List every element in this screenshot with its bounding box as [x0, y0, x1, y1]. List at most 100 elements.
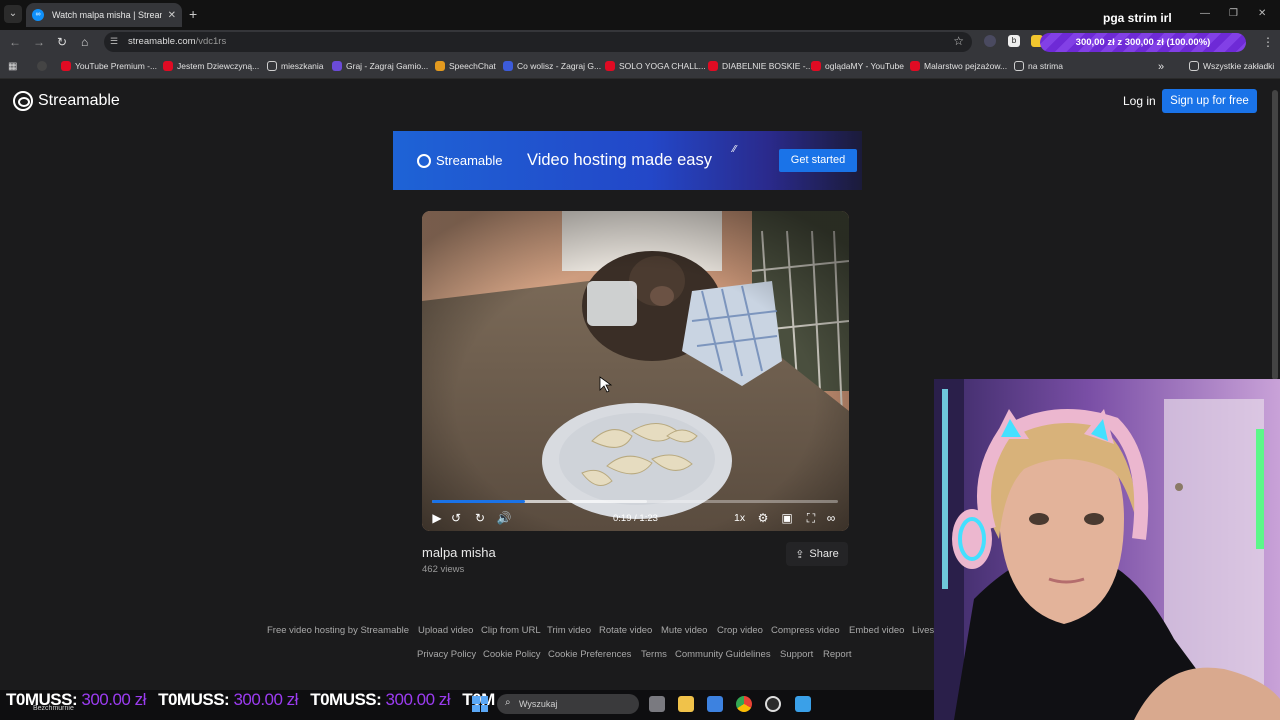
extension-icon[interactable] — [984, 35, 996, 47]
bookmark-item[interactable]: oglądaMY - YouTube — [811, 61, 904, 71]
stream-title: pga strim irl — [1103, 11, 1172, 25]
video-progress-bar[interactable] — [432, 500, 838, 503]
footer-link[interactable]: Lives — [912, 625, 934, 636]
tab-search-button[interactable]: ⌄ — [4, 5, 22, 23]
get-started-button[interactable]: Get started — [779, 149, 857, 172]
footer-link[interactable]: Upload video — [418, 625, 473, 636]
youtube-icon — [605, 61, 615, 71]
file-explorer-icon[interactable] — [678, 696, 694, 712]
brand-name: Streamable — [38, 92, 120, 109]
folder-icon — [267, 61, 277, 71]
task-view-icon[interactable] — [649, 696, 665, 712]
webcam-overlay — [934, 379, 1280, 720]
extension-icon[interactable]: b — [1008, 35, 1020, 47]
bookmark-item[interactable]: YouTube Premium -... — [61, 61, 157, 71]
youtube-icon — [811, 61, 821, 71]
footer-link[interactable]: Mute video — [661, 625, 707, 636]
login-link[interactable]: Log in — [1123, 94, 1156, 108]
footer-link[interactable]: Cookie Preferences — [548, 649, 631, 660]
streamable-favicon-icon: ∞ — [32, 9, 44, 21]
back-icon[interactable]: ← — [9, 35, 21, 49]
site-info-icon[interactable]: ☰ — [110, 36, 122, 48]
youtube-icon — [708, 61, 718, 71]
bookmark-item[interactable]: mieszkania — [267, 61, 324, 71]
store-icon[interactable] — [707, 696, 723, 712]
banner-tagline: Video hosting made easy — [527, 151, 712, 169]
video-views: 462 views — [422, 564, 465, 575]
footer-link[interactable]: Clip from URL — [481, 625, 541, 636]
streamable-logo[interactable]: Streamable — [13, 91, 120, 111]
tab-active[interactable]: ∞ Watch malpa misha | Streamable ✕ — [26, 3, 182, 27]
footer-link[interactable]: Free video hosting by Streamable — [267, 625, 409, 636]
bookmark-item[interactable]: na strima — [1014, 61, 1063, 71]
maximize-icon[interactable]: ❐ — [1229, 8, 1238, 19]
footer-link[interactable]: Privacy Policy — [417, 649, 476, 660]
settings-gear-icon[interactable]: ⚙ — [755, 510, 771, 526]
bookmark-item[interactable]: Jestem Dziewczyną... — [163, 61, 259, 71]
forward-icon[interactable]: → — [33, 35, 45, 49]
footer-link[interactable]: Embed video — [849, 625, 904, 636]
game-icon — [503, 61, 513, 71]
more-bookmarks-icon[interactable]: » — [1158, 61, 1164, 73]
rewind-10-icon[interactable]: ↺ — [448, 510, 464, 526]
taskbar-search-input[interactable]: ⌕ Wyszukaj — [497, 694, 639, 714]
close-tab-icon[interactable]: ✕ — [168, 10, 176, 21]
fullscreen-icon[interactable]: ⛶ — [803, 510, 819, 526]
scrollbar-thumb[interactable] — [1272, 90, 1278, 380]
windows-start-icon[interactable] — [472, 696, 488, 712]
youtube-icon — [61, 61, 71, 71]
bookmark-item[interactable]: Co wolisz - Zagraj G... — [503, 61, 601, 71]
youtube-icon — [163, 61, 173, 71]
footer-link[interactable]: Support — [780, 649, 813, 660]
home-icon[interactable]: ⌂ — [81, 35, 88, 49]
obs-icon[interactable] — [765, 696, 781, 712]
volume-icon[interactable]: 🔊 — [496, 510, 512, 526]
apps-grid-icon[interactable]: ▦ — [8, 61, 17, 72]
bookmark-star-icon[interactable]: ☆ — [953, 34, 964, 48]
url-input[interactable]: ☰ streamable.com/vdc1rs ☆ — [104, 32, 972, 52]
banner-logo: Streamable — [417, 153, 502, 168]
footer-link[interactable]: Cookie Policy — [483, 649, 541, 660]
close-window-icon[interactable]: ✕ — [1258, 8, 1266, 19]
streamable-logo-icon[interactable]: ∞ — [823, 510, 839, 526]
new-tab-button[interactable]: + — [189, 6, 197, 22]
bookmark-item[interactable]: Malarstwo pejzażow... — [910, 61, 1007, 71]
share-button[interactable]: ⇪ Share — [786, 542, 848, 566]
donation-goal-bar: 300,00 zł z 300,00 zł (100.00%) — [1040, 33, 1246, 52]
video-player[interactable] — [422, 211, 849, 531]
reload-icon[interactable]: ↻ — [57, 35, 67, 49]
playback-speed-button[interactable]: 1x — [734, 512, 745, 524]
url-path: /vdc1rs — [195, 36, 227, 47]
bookmark-item[interactable] — [37, 61, 51, 71]
ticker-amount: 300.00 zł — [233, 690, 298, 709]
photos-icon[interactable] — [795, 696, 811, 712]
bookmark-item[interactable]: SpeechChat — [435, 61, 496, 71]
forward-10-icon[interactable]: ↻ — [472, 510, 488, 526]
footer-link[interactable]: Trim video — [547, 625, 591, 636]
bookmark-item[interactable]: DIABELNIE BOSKIE -... — [708, 61, 813, 71]
video-frame — [422, 211, 849, 531]
ticker-amount: 300.00 zł — [385, 690, 451, 709]
footer-link[interactable]: Terms — [641, 649, 667, 660]
chrome-icon[interactable] — [736, 696, 752, 712]
promo-banner[interactable]: Streamable Video hosting made easy ⁄⁄ Ge… — [393, 131, 862, 190]
footer-link[interactable]: Community Guidelines — [675, 649, 771, 660]
footer-link[interactable]: Report — [823, 649, 852, 660]
share-label: Share — [809, 548, 839, 560]
streamable-logo-icon — [13, 91, 33, 111]
minimize-icon[interactable]: — — [1200, 8, 1210, 19]
video-progress-fill — [432, 500, 526, 503]
bookmark-item[interactable]: Graj - Zagraj Gamio... — [332, 61, 428, 71]
signup-button[interactable]: Sign up for free — [1162, 89, 1257, 113]
browser-menu-icon[interactable]: ⋮ — [1262, 35, 1274, 49]
play-icon[interactable]: ▶ — [429, 510, 445, 526]
footer-link[interactable]: Compress video — [771, 625, 840, 636]
pinned-icon — [37, 61, 47, 71]
search-icon: ⌕ — [505, 697, 511, 708]
bookmark-item[interactable]: SOLO YOGA CHALL... — [605, 61, 706, 71]
footer-link[interactable]: Crop video — [717, 625, 763, 636]
donation-goal-text: 300,00 zł z 300,00 zł (100.00%) — [1075, 37, 1211, 48]
picture-in-picture-icon[interactable]: ▣ — [779, 510, 795, 526]
all-bookmarks[interactable]: Wszystkie zakładki — [1189, 61, 1274, 71]
footer-link[interactable]: Rotate video — [599, 625, 652, 636]
